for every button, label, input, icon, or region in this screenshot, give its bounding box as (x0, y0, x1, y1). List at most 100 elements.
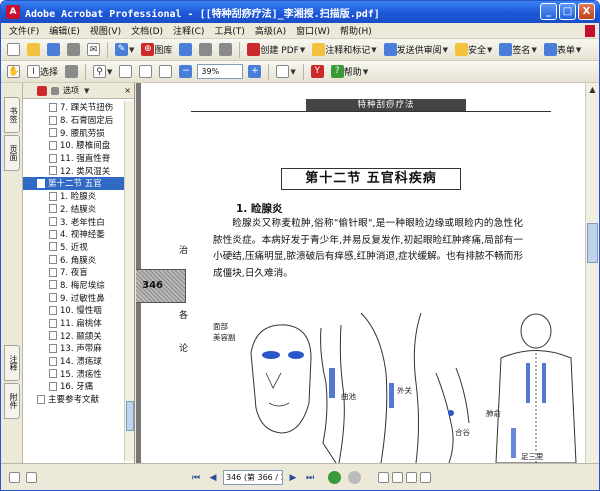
sign-button[interactable]: 签名 ▼ (497, 41, 538, 58)
delete-bookmark-icon[interactable] (51, 86, 59, 95)
tab-comments[interactable]: 注释 (4, 345, 20, 381)
tab-bookmarks[interactable]: 书签 (4, 97, 20, 133)
bookmark-item[interactable]: 13. 声带麻 (23, 342, 125, 355)
menu-window[interactable]: 窗口(W) (291, 24, 335, 37)
email-button[interactable]: ✉ (85, 41, 102, 58)
close-panel-icon[interactable]: × (124, 86, 131, 95)
document-view[interactable]: 特种刮痧疗法 第十二节 五官科疾病 1. 睑腺炎 睑腺炎又称麦粒肿,俗称"偷针眼… (136, 83, 585, 463)
bookmark-item[interactable]: 11. 扁桃体 (23, 317, 125, 330)
menu-tools[interactable]: 工具(T) (209, 24, 250, 37)
bookmark-item[interactable]: 15. 溃疡性 (23, 367, 125, 380)
bookmark-item[interactable]: 第十二节 五官 (23, 177, 125, 190)
previous-view-icon[interactable] (328, 471, 341, 484)
bookmark-item[interactable]: 12. 类风湿关 (23, 164, 125, 177)
maximize-button[interactable]: □ (559, 3, 576, 20)
tab-attachments[interactable]: 附件 (4, 383, 20, 419)
fit-page-button[interactable] (137, 63, 154, 80)
page-layout-button[interactable]: ▼ (274, 63, 297, 80)
hand-tool-button[interactable]: ✋ (5, 63, 22, 80)
bookmark-panel-icon[interactable] (37, 85, 47, 96)
bookmark-item[interactable]: 10. 慢性咽 (23, 304, 125, 317)
actual-size-button[interactable] (117, 63, 134, 80)
bookmark-item[interactable]: 4. 视神经萎 (23, 228, 125, 241)
fit-width-button[interactable] (157, 63, 174, 80)
stamp-button[interactable] (217, 41, 234, 58)
title-bar[interactable]: A Adobe Acrobat Professional - [[特种刮痧疗法]… (1, 1, 599, 23)
attach-button[interactable]: ✎ ▼ (113, 41, 136, 58)
menu-advanced[interactable]: 高级(A) (250, 24, 291, 37)
bookmark-label: 11. 强直性脊 (60, 154, 111, 165)
close-button[interactable]: X (578, 3, 595, 20)
tab-pages[interactable]: 页面 (4, 135, 20, 171)
comment-markup-button[interactable]: 注释和标记 ▼ (310, 41, 378, 58)
print-button[interactable] (65, 41, 82, 58)
zoom-out-button[interactable]: − (177, 63, 194, 80)
bookmark-item[interactable]: 5. 近视 (23, 241, 125, 254)
minimize-button[interactable]: _ (540, 3, 557, 20)
forms-button[interactable]: 表单 ▼ (542, 41, 583, 58)
zoom-in-button[interactable]: + (246, 63, 263, 80)
bookmark-item[interactable]: 12. 颞颌关 (23, 329, 125, 342)
bookmark-item[interactable]: 11. 强直性脊 (23, 152, 125, 165)
bookmarks-options[interactable]: 选项 (63, 85, 79, 96)
bookmarks-scroll-thumb[interactable] (126, 401, 134, 431)
snapshot-button[interactable] (63, 63, 80, 80)
bookmark-item[interactable]: 主要参考文献 (23, 393, 125, 406)
single-page-icon[interactable] (378, 472, 389, 483)
zoom-input[interactable]: 39% (197, 64, 244, 79)
save-button[interactable] (45, 41, 62, 58)
select-tool-button[interactable]: I 选择 (25, 63, 60, 80)
zoom-tool-button[interactable]: ⚲ ▼ (91, 63, 114, 80)
new-button[interactable] (5, 41, 22, 58)
first-page-icon[interactable]: ⏮ (189, 471, 203, 485)
help-button[interactable]: ? 帮助 ▼ (329, 63, 370, 80)
bookmark-item[interactable]: 6. 角膜炎 (23, 253, 125, 266)
figure-label-arm: 曲池 (341, 392, 356, 401)
bookmark-page-icon (49, 153, 57, 163)
last-page-icon[interactable]: ⏭ (303, 471, 317, 485)
open-button[interactable] (25, 41, 42, 58)
menu-document[interactable]: 文档(D) (126, 24, 168, 37)
document-scroll-thumb[interactable] (587, 223, 598, 263)
bookmark-item[interactable]: 7. 夜盲 (23, 266, 125, 279)
camera-button[interactable] (197, 41, 214, 58)
image-button[interactable] (177, 41, 194, 58)
continuous-icon[interactable] (392, 472, 403, 483)
bookmark-item[interactable]: 10. 腰椎间盘 (23, 139, 125, 152)
bookmarks-scrollbar[interactable] (124, 101, 134, 461)
pdf-page: 特种刮痧疗法 第十二节 五官科疾病 1. 睑腺炎 睑腺炎又称麦粒肿,俗称"偷针眼… (136, 83, 585, 463)
prev-page-icon[interactable]: ◀ (206, 471, 220, 485)
bookmark-item[interactable]: 8. 石膏固定后 (23, 114, 125, 127)
bookmark-item[interactable]: 9. 过敏性鼻 (23, 291, 125, 304)
bookmark-item[interactable]: 14. 溃疡球 (23, 355, 125, 368)
bookmark-item[interactable]: 1. 睑腺炎 (23, 190, 125, 203)
chevron-down-icon: ▼ (371, 45, 377, 54)
organizer-icon: ⊕ (141, 43, 155, 56)
menu-view[interactable]: 视图(V) (85, 24, 126, 37)
create-pdf-button[interactable]: 创建 PDF ▼ (245, 41, 307, 58)
organizer-button[interactable]: ⊕ 图库 (139, 41, 174, 58)
yahoo-icon: Y (310, 65, 324, 78)
bookmark-item[interactable]: 8. 梅尼埃综 (23, 279, 125, 292)
bookmark-item[interactable]: 3. 老年性白 (23, 215, 125, 228)
document-scrollbar[interactable]: ▲ (585, 83, 599, 463)
menu-file[interactable]: 文件(F) (4, 24, 44, 37)
send-review-button[interactable]: 发送供审阅 ▼ (382, 41, 450, 58)
secure-button[interactable]: 安全 ▼ (453, 41, 494, 58)
scroll-up-icon[interactable]: ▲ (586, 83, 599, 97)
continuous-facing-icon[interactable] (420, 472, 431, 483)
menu-help[interactable]: 帮助(H) (335, 24, 377, 37)
page-view-icon[interactable] (9, 472, 20, 483)
facing-icon[interactable] (406, 472, 417, 483)
bookmark-item[interactable]: 16. 牙痛 (23, 380, 125, 393)
next-view-icon[interactable] (348, 471, 361, 484)
page-number-field[interactable]: 346 (第 366 / 389 页) (223, 470, 283, 485)
yahoo-button[interactable]: Y (309, 63, 326, 80)
document-status-icon[interactable] (26, 472, 37, 483)
menu-edit[interactable]: 编辑(E) (44, 24, 85, 37)
bookmark-item[interactable]: 7. 踝关节扭伤 (23, 101, 125, 114)
bookmark-item[interactable]: 2. 结膜炎 (23, 203, 125, 216)
bookmark-item[interactable]: 9. 腰肌劳损 (23, 126, 125, 139)
next-page-icon[interactable]: ▶ (286, 471, 300, 485)
menu-comments[interactable]: 注释(C) (168, 24, 209, 37)
